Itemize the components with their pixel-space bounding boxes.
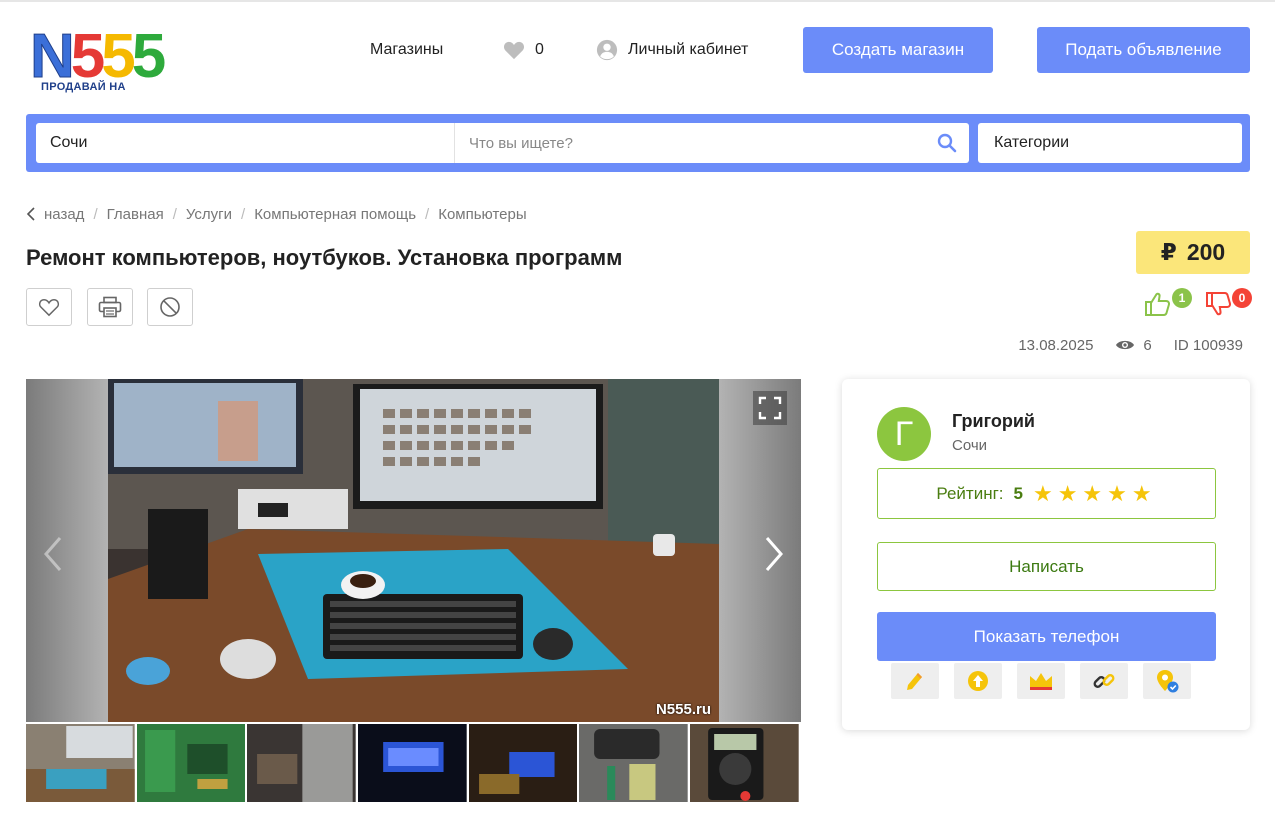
show-phone-button[interactable]: Показать телефон: [877, 612, 1216, 661]
post-ad-button[interactable]: Подать объявление: [1037, 27, 1250, 73]
block-icon: [160, 297, 180, 317]
location-check-icon: [1157, 670, 1179, 693]
price-value: 200: [1186, 239, 1226, 265]
user-icon: [596, 39, 618, 61]
thumbnail[interactable]: [468, 724, 578, 802]
star-icons: ★★★★★: [1032, 480, 1157, 506]
page-title: Ремонт компьютеров, ноутбуков. Установка…: [26, 245, 623, 270]
breadcrumb-computers[interactable]: Компьютеры: [438, 206, 526, 223]
arrow-up-icon: [968, 671, 988, 691]
thumbs-down-icon: [1206, 292, 1232, 316]
breadcrumb-computer-help[interactable]: Компьютерная помощь: [254, 206, 416, 223]
printer-icon: [98, 296, 122, 318]
site-logo[interactable]: N555 ПРОДАВАЙ НА: [30, 25, 230, 98]
thumbnail[interactable]: [136, 724, 246, 802]
report-button[interactable]: [147, 288, 193, 326]
search-icon[interactable]: [937, 133, 957, 153]
promo-highlight-button[interactable]: [891, 663, 939, 699]
categories-dropdown[interactable]: Категории: [978, 123, 1242, 163]
pencil-icon: [907, 673, 922, 690]
listing-id: ID 100939: [1173, 336, 1243, 354]
dislike-button[interactable]: 0: [1205, 286, 1255, 318]
thumbnail[interactable]: [358, 724, 467, 802]
add-to-favorites-button[interactable]: [26, 288, 72, 326]
breadcrumb-back[interactable]: назад: [44, 206, 84, 223]
thumbs-up-icon: [1145, 292, 1171, 316]
like-count: 1: [1172, 288, 1192, 308]
seller-rating: Рейтинг: 5 ★★★★★: [877, 468, 1216, 519]
fullscreen-icon[interactable]: [753, 391, 787, 425]
search-query-box: [454, 123, 969, 163]
thumbnail[interactable]: [690, 724, 799, 802]
chevron-left-icon[interactable]: [40, 534, 66, 574]
thumbnail[interactable]: [26, 724, 135, 802]
main-photo[interactable]: [108, 379, 719, 722]
logo-tagline: ПРОДАВАЙ НА: [38, 81, 129, 93]
top-border: [0, 0, 1275, 2]
city-selector[interactable]: Сочи: [36, 123, 454, 163]
search-input[interactable]: [455, 123, 915, 163]
promo-location-button[interactable]: [1143, 663, 1191, 699]
crown-icon: [1030, 673, 1052, 690]
nav-favorites-link[interactable]: 0: [503, 40, 544, 60]
breadcrumb-services[interactable]: Услуги: [186, 206, 232, 223]
price-badge: ₽ 200: [1136, 231, 1250, 274]
promo-link-button[interactable]: [1080, 663, 1128, 699]
breadcrumb: назад / Главная / Услуги / Компьютерная …: [26, 205, 527, 223]
seller-city: Сочи: [952, 437, 988, 454]
eye-icon: [1116, 340, 1135, 350]
promo-vip-button[interactable]: [1017, 663, 1065, 699]
views-counter: 6: [1115, 337, 1152, 354]
seller-card: Г Григорий Сочи Рейтинг: 5 ★★★★★ Написать…: [842, 379, 1250, 730]
currency-symbol: ₽: [1160, 239, 1177, 265]
thumbnail-strip: [26, 724, 801, 802]
photo-watermark: N555.ru: [655, 701, 711, 718]
breadcrumb-home[interactable]: Главная: [107, 206, 164, 223]
avatar[interactable]: Г: [877, 407, 931, 461]
write-message-button[interactable]: Написать: [877, 542, 1216, 591]
listing-date: 13.08.2025: [1018, 336, 1094, 354]
chevron-left-icon: [26, 207, 35, 221]
heart-icon: [503, 41, 525, 60]
listing-meta: 13.08.2025 6 ID 100939: [1018, 336, 1243, 354]
nav-cabinet-link[interactable]: Личный кабинет: [596, 39, 748, 61]
thumbnail[interactable]: [579, 724, 689, 802]
nav-stores-link[interactable]: Магазины: [370, 40, 443, 60]
like-button[interactable]: 1: [1144, 286, 1194, 318]
favorites-count: 0: [535, 41, 544, 58]
create-store-button[interactable]: Создать магазин: [803, 27, 993, 73]
link-icon: [1093, 674, 1115, 688]
chevron-right-icon[interactable]: [761, 534, 787, 574]
thumbnail[interactable]: [247, 724, 357, 802]
print-button[interactable]: [87, 288, 133, 326]
dislike-count: 0: [1232, 288, 1252, 308]
promo-raise-button[interactable]: [954, 663, 1002, 699]
seller-name[interactable]: Григорий: [952, 411, 1035, 432]
heart-outline-icon: [38, 298, 60, 317]
photo-gallery[interactable]: N555.ru: [26, 379, 801, 722]
rating-value: 5: [1013, 483, 1023, 503]
search-bar: Сочи Категории: [26, 114, 1250, 172]
